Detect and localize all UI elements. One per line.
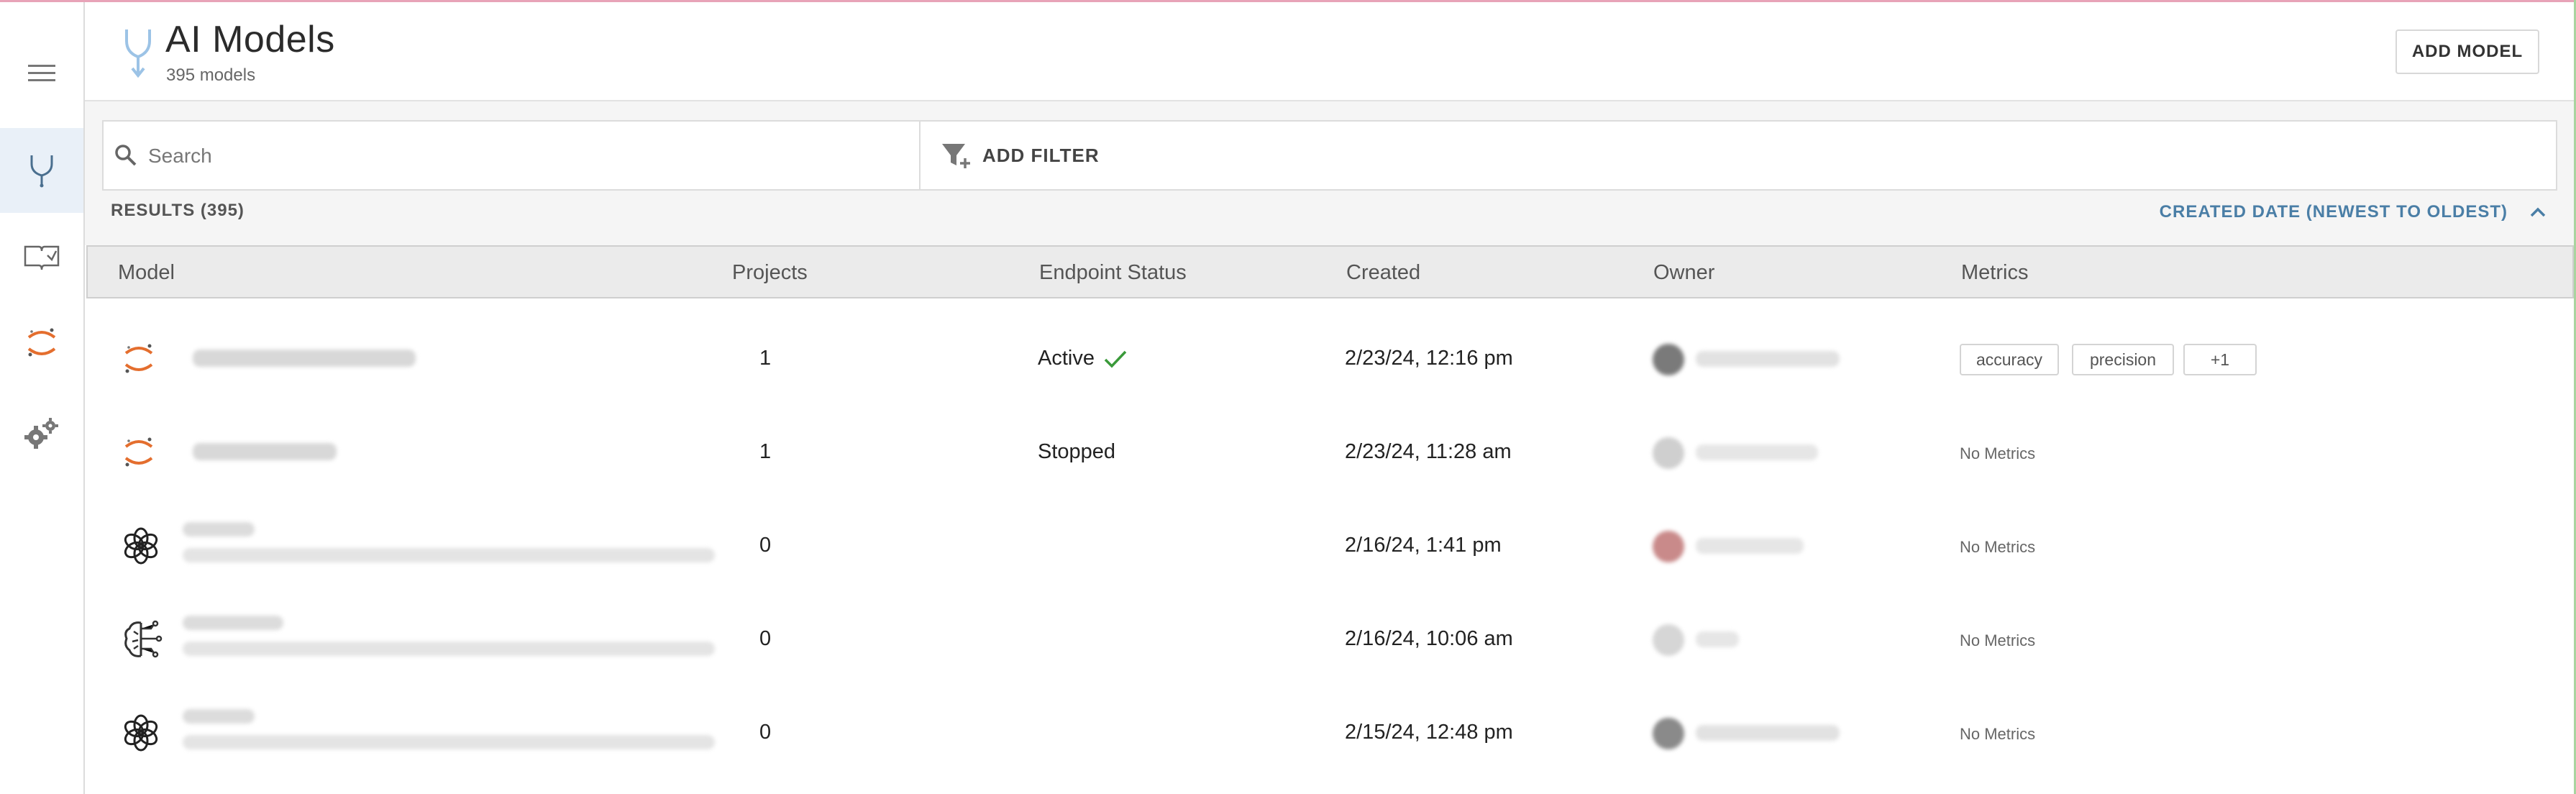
projects-count: 0 — [759, 627, 772, 650]
no-metrics-label: No Metrics — [1960, 631, 2036, 649]
model-name-redacted — [193, 443, 337, 460]
page-title: AI Models — [165, 19, 335, 60]
openai-icon — [124, 714, 158, 752]
search-input[interactable] — [148, 137, 903, 175]
avatar — [1653, 718, 1684, 749]
table-row[interactable]: 1 Active 2/23/24, 12:16 pm accuracy prec… — [85, 312, 2574, 406]
ai-brain-icon — [124, 620, 163, 658]
created-date: 2/23/24, 11:28 am — [1345, 440, 1512, 463]
model-name-redacted — [183, 709, 255, 724]
column-header-owner[interactable]: Owner — [1653, 261, 1714, 285]
projects-count: 0 — [759, 721, 772, 744]
created-date: 2/15/24, 12:48 pm — [1345, 721, 1513, 744]
search-box — [102, 120, 921, 191]
no-metrics-label: No Metrics — [1960, 444, 2036, 462]
sidebar — [0, 2, 85, 794]
table-header: Model Projects Endpoint Status Created O… — [86, 245, 2574, 298]
model-description-redacted — [183, 642, 715, 656]
owner-name-redacted — [1696, 444, 1818, 460]
add-model-button[interactable]: ADD MODEL — [2395, 29, 2539, 74]
avatar — [1653, 437, 1684, 469]
filter-add-icon — [942, 144, 970, 168]
openai-icon — [124, 527, 158, 565]
sidebar-item-models[interactable] — [0, 128, 83, 213]
projects-count: 1 — [759, 440, 772, 463]
filter-bar: ADD FILTER RESULTS (395) CREATED DATE (N… — [85, 101, 2574, 245]
catalog-icon — [24, 245, 60, 270]
sort-label: CREATED DATE (NEWEST TO OLDEST) — [2159, 202, 2508, 222]
add-filter-button[interactable]: ADD FILTER — [921, 120, 2557, 191]
column-header-projects[interactable]: Projects — [732, 261, 808, 285]
check-icon — [1104, 350, 1127, 368]
models-icon — [125, 29, 151, 78]
endpoint-status: Stopped — [1038, 440, 1116, 463]
jupyter-icon — [124, 344, 153, 373]
menu-icon — [28, 65, 55, 81]
menu-button[interactable] — [0, 31, 83, 116]
no-metrics-label: No Metrics — [1960, 725, 2036, 743]
column-header-model[interactable]: Model — [118, 261, 175, 285]
owner-name-redacted — [1696, 631, 1739, 647]
avatar — [1653, 624, 1684, 656]
models-icon — [30, 155, 53, 188]
add-filter-label: ADD FILTER — [982, 144, 1100, 166]
sort-control[interactable]: CREATED DATE (NEWEST TO OLDEST) — [2160, 202, 2547, 222]
model-name-redacted — [183, 522, 255, 537]
owner-name-redacted — [1696, 725, 1840, 741]
search-icon — [115, 145, 137, 166]
page-header: AI Models 395 models ADD MODEL — [85, 2, 2574, 101]
avatar — [1653, 344, 1684, 375]
model-name-redacted — [183, 616, 283, 630]
table-row[interactable]: 0 2/16/24, 1:41 pm No Metrics — [85, 499, 2574, 593]
jupyter-icon — [124, 437, 153, 467]
endpoint-status: Active — [1038, 347, 1095, 370]
model-description-redacted — [183, 548, 715, 562]
model-description-redacted — [183, 735, 715, 749]
results-count: RESULTS (395) — [111, 201, 245, 220]
sidebar-item-catalog[interactable] — [0, 216, 83, 301]
owner-name-redacted — [1696, 351, 1840, 367]
table-row[interactable]: 0 2/16/24, 10:06 am No Metrics — [85, 593, 2574, 686]
projects-count: 1 — [759, 347, 772, 370]
owner-name-redacted — [1696, 538, 1804, 554]
created-date: 2/23/24, 12:16 pm — [1345, 347, 1513, 370]
model-name-redacted — [193, 350, 416, 367]
sidebar-item-settings[interactable] — [0, 391, 83, 475]
sidebar-item-jupyter[interactable] — [0, 301, 83, 385]
metric-tag[interactable]: accuracy — [1960, 344, 2059, 375]
model-count: 395 models — [166, 65, 256, 85]
projects-count: 0 — [759, 534, 772, 557]
jupyter-icon — [27, 328, 56, 357]
created-date: 2/16/24, 1:41 pm — [1345, 534, 1502, 557]
table-row[interactable]: 0 2/15/24, 12:48 pm No Metrics — [85, 686, 2574, 780]
settings-icon — [24, 418, 58, 449]
column-header-endpoint-status[interactable]: Endpoint Status — [1039, 261, 1187, 285]
models-table: Model Projects Endpoint Status Created O… — [85, 245, 2574, 794]
avatar — [1653, 531, 1684, 562]
column-header-metrics[interactable]: Metrics — [1961, 261, 2028, 285]
created-date: 2/16/24, 10:06 am — [1345, 627, 1513, 650]
chevron-up-icon — [2530, 207, 2546, 217]
no-metrics-label: No Metrics — [1960, 538, 2036, 556]
metric-tag[interactable]: precision — [2072, 344, 2174, 375]
table-row[interactable]: 1 Stopped 2/23/24, 11:28 am No Metrics — [85, 406, 2574, 499]
metric-more-tag[interactable]: +1 — [2183, 344, 2257, 375]
column-header-created[interactable]: Created — [1346, 261, 1420, 285]
